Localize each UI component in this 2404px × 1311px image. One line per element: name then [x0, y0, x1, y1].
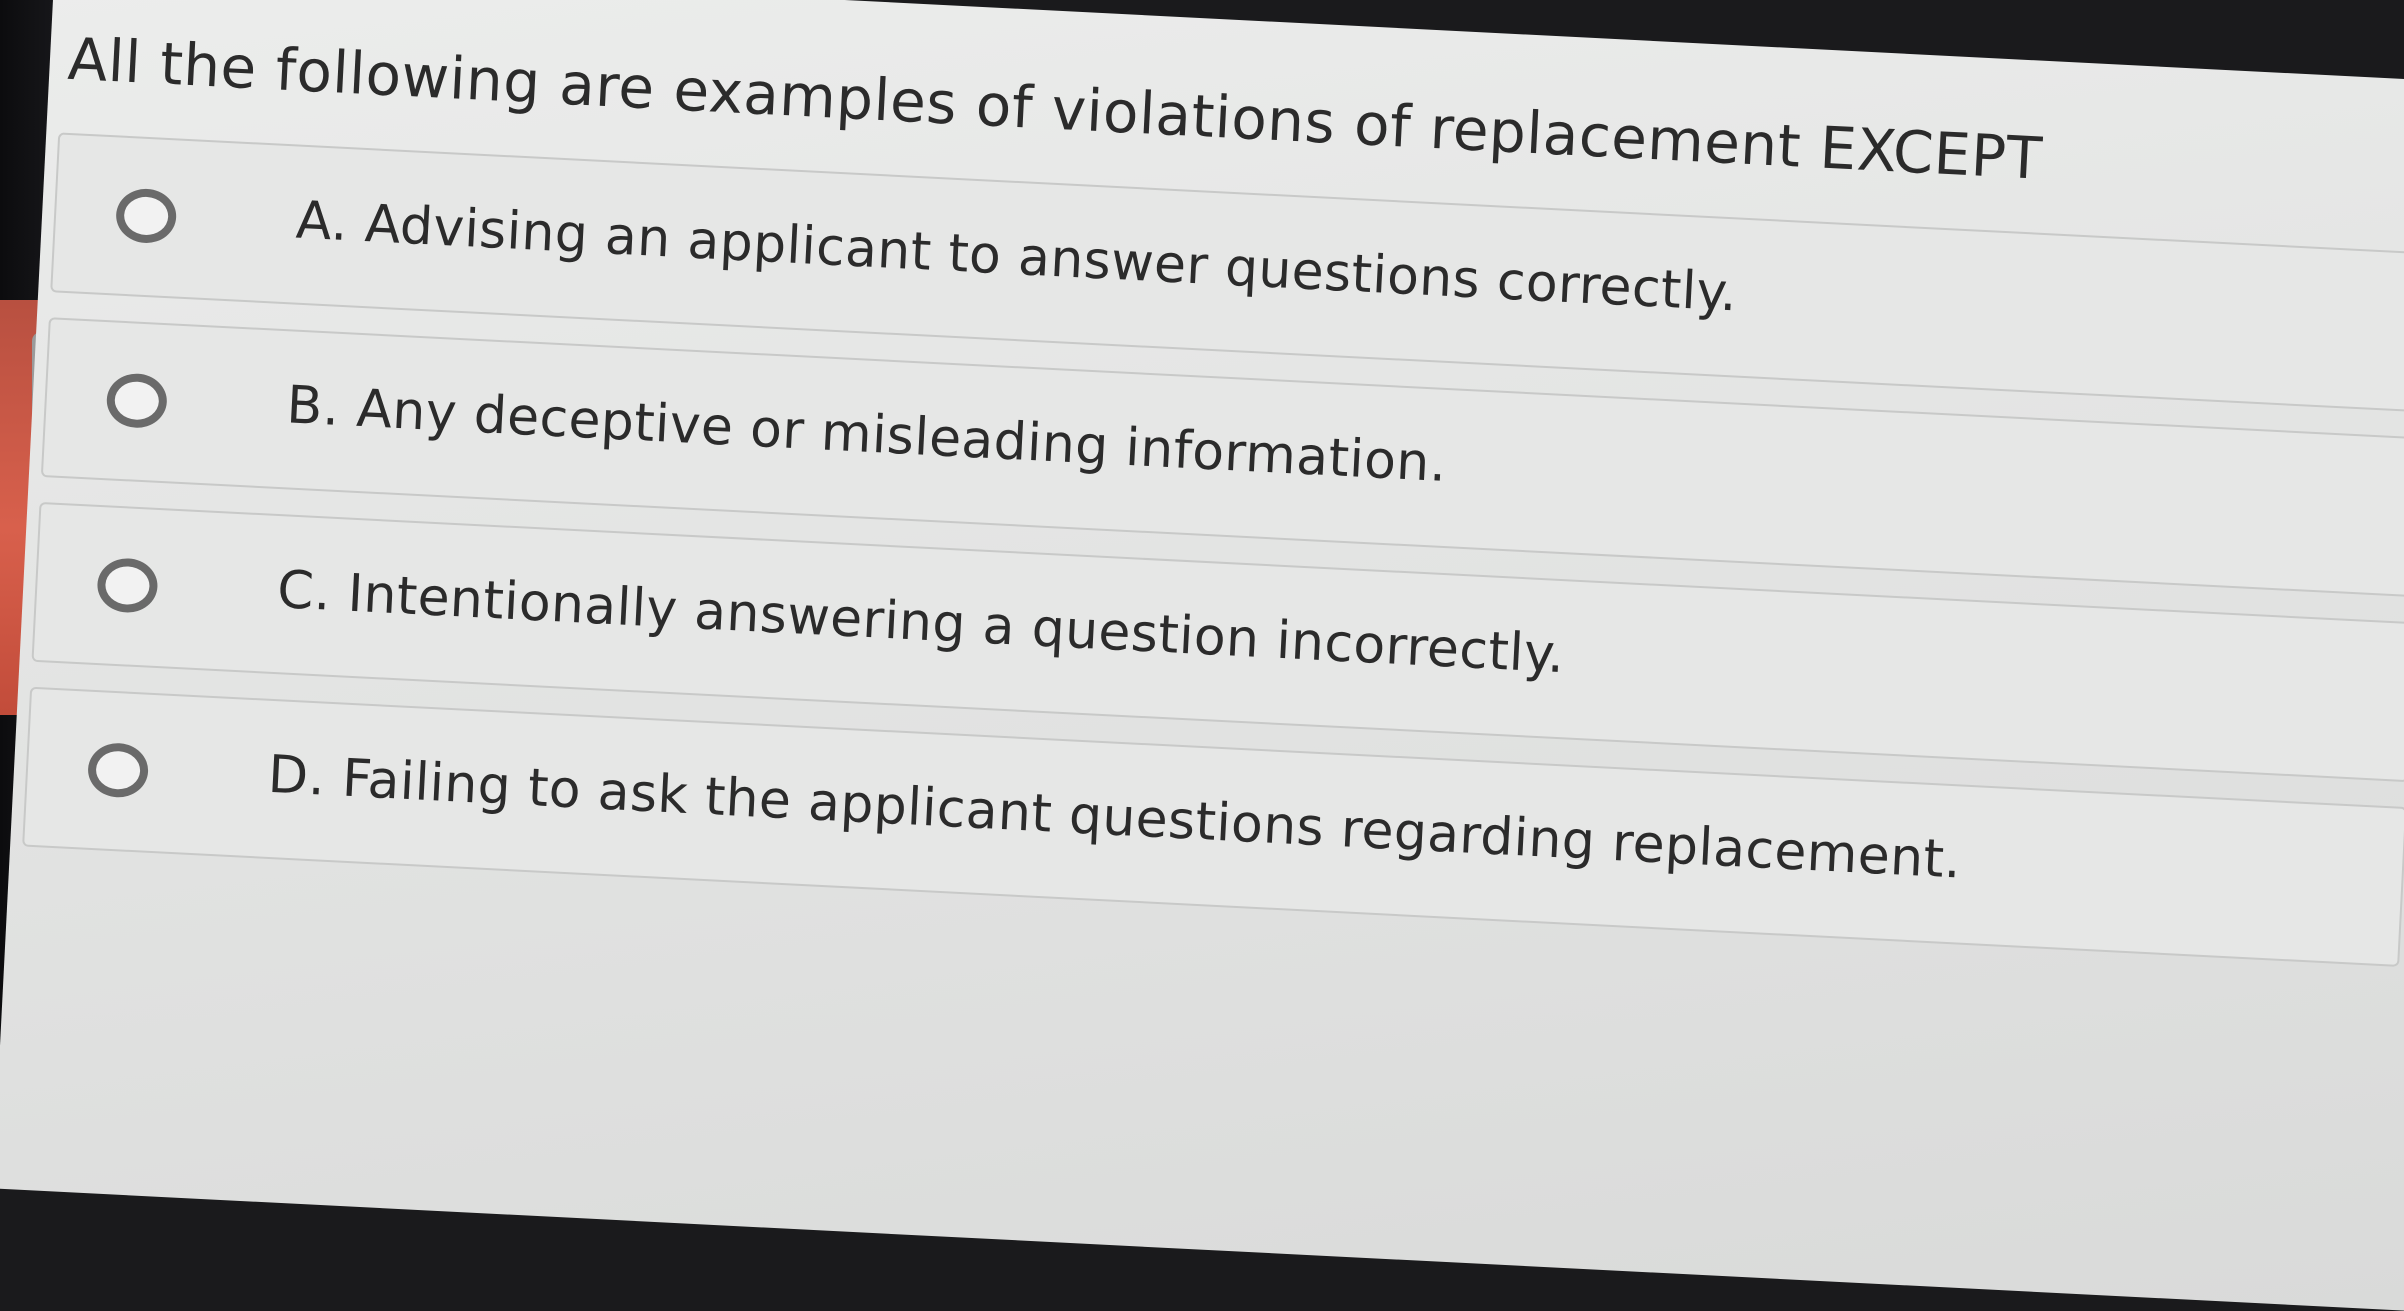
radio-unselected-icon[interactable] [105, 372, 169, 430]
option-b-label: B. Any deceptive or misleading informati… [285, 375, 1449, 495]
quiz-screen: All the following are examples of violat… [0, 0, 2404, 1311]
option-c-label: C. Intentionally answering a question in… [275, 560, 1567, 686]
radio-unselected-icon[interactable] [114, 187, 178, 245]
option-a-label: A. Advising an applicant to answer quest… [294, 190, 1739, 324]
option-d-label: D. Failing to ask the applicant question… [266, 744, 1963, 891]
radio-unselected-icon[interactable] [86, 741, 150, 799]
radio-unselected-icon[interactable] [96, 556, 159, 614]
